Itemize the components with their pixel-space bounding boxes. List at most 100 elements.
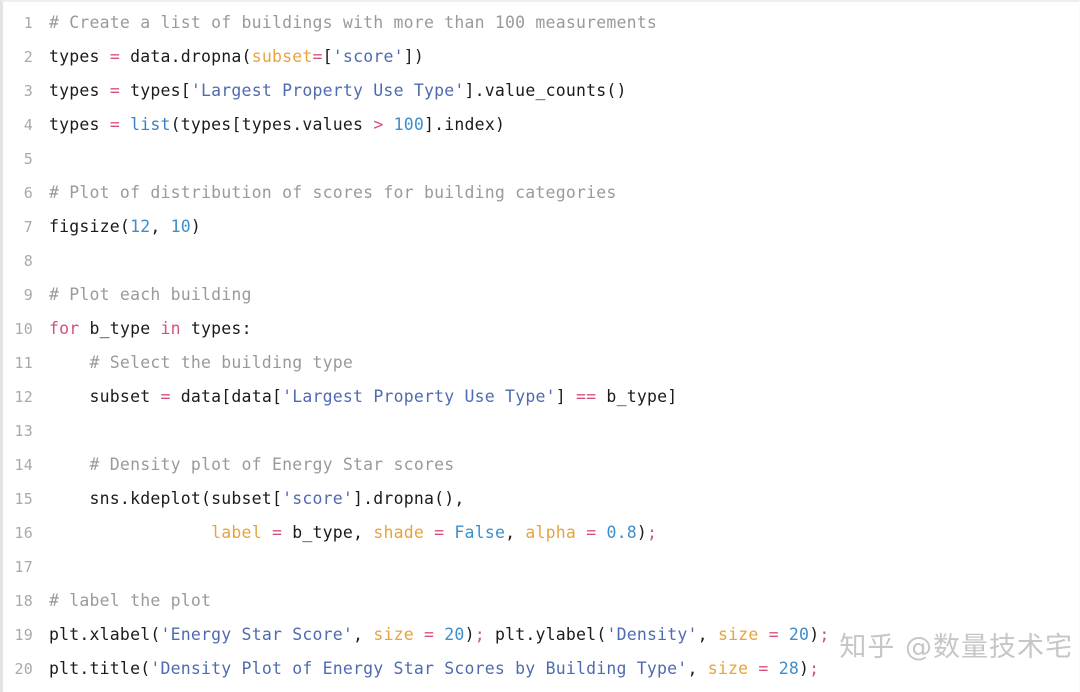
code-line[interactable]: 3 types = types['Largest Property Use Ty…: [3, 74, 1079, 108]
code-line[interactable]: 9 # Plot each building: [3, 278, 1079, 312]
code-line-content[interactable]: # Plot of distribution of scores for bui…: [49, 176, 1079, 210]
code-line[interactable]: 20 plt.title('Density Plot of Energy Sta…: [3, 652, 1079, 686]
token-name: [383, 115, 393, 134]
code-line-content[interactable]: sns.kdeplot(subset['score'].dropna(),: [49, 482, 1079, 516]
token-name: types: [49, 115, 110, 134]
token-string: 'Density': [606, 625, 698, 644]
token-name: b_type,: [282, 523, 374, 542]
code-line[interactable]: 11 # Select the building type: [3, 346, 1079, 380]
code-line[interactable]: 2 types = data.dropna(subset=['score']): [3, 40, 1079, 74]
token-name: [414, 625, 424, 644]
token-comment: # Density plot of Energy Star scores: [49, 455, 455, 474]
token-name: b_type: [79, 319, 161, 338]
token-name: [262, 523, 272, 542]
code-line[interactable]: 17: [3, 550, 1079, 584]
token-operator: >: [373, 115, 384, 134]
token-name: [120, 115, 130, 134]
code-line[interactable]: 13: [3, 414, 1079, 448]
code-line-content[interactable]: plt.title('Density Plot of Energy Star S…: [49, 652, 1079, 686]
token-kwarg: subset: [251, 47, 313, 66]
line-number: 14: [14, 456, 33, 474]
token-operator: =: [758, 659, 769, 678]
token-operator: =: [109, 81, 120, 100]
code-line-content[interactable]: # Plot each building: [49, 278, 1079, 312]
token-name: [49, 523, 211, 542]
line-number: 10: [14, 320, 33, 338]
token-name: sns.kdeplot(subset[: [49, 489, 283, 508]
token-name: ].dropna(),: [353, 489, 465, 508]
token-name: [748, 659, 758, 678]
line-number: 1: [23, 14, 33, 32]
token-name: subset: [49, 387, 161, 406]
token-string: 'score': [282, 489, 354, 508]
code-line[interactable]: 7 figsize(12, 10): [3, 210, 1079, 244]
code-line[interactable]: 12 subset = data[data['Largest Property …: [3, 380, 1079, 414]
token-keyword: for: [49, 319, 80, 338]
token-name: types[: [119, 81, 191, 100]
token-constant: False: [454, 523, 506, 542]
code-line[interactable]: 1 # Create a list of buildings with more…: [3, 6, 1079, 40]
line-number: 20: [14, 660, 33, 678]
code-line-content[interactable]: for b_type in types:: [49, 312, 1079, 346]
code-line-content[interactable]: # label the plot: [49, 584, 1079, 618]
code-line-content[interactable]: # Density plot of Energy Star scores: [49, 448, 1079, 482]
code-line[interactable]: 4 types = list(types[types.values > 100]…: [3, 108, 1079, 142]
token-name: ): [798, 659, 810, 678]
token-string: 'Density Plot of Energy Star Scores by B…: [150, 659, 688, 678]
token-name: types:: [180, 319, 252, 338]
code-line[interactable]: 8: [3, 244, 1079, 278]
code-line-content[interactable]: figsize(12, 10): [49, 210, 1079, 244]
line-number: 15: [14, 490, 33, 508]
code-line[interactable]: 6 # Plot of distribution of scores for b…: [3, 176, 1079, 210]
code-line[interactable]: 19 plt.xlabel('Energy Star Score', size …: [3, 618, 1079, 652]
code-line[interactable]: 15 sns.kdeplot(subset['score'].dropna(),: [3, 482, 1079, 516]
token-name: [444, 523, 454, 542]
token-comment: # Select the building type: [49, 353, 354, 372]
line-number: 16: [14, 524, 33, 542]
code-line-content[interactable]: subset = data[data['Largest Property Use…: [49, 380, 1079, 414]
code-line-content[interactable]: label = b_type, shade = False, alpha = 0…: [49, 516, 1079, 550]
code-line-content[interactable]: types = data.dropna(subset=['score']): [49, 40, 1079, 74]
token-keyword: in: [160, 319, 181, 338]
line-number: 18: [14, 592, 33, 610]
code-cell[interactable]: 1 # Create a list of buildings with more…: [0, 0, 1080, 692]
token-operator: ;: [819, 625, 830, 644]
token-kwarg: size: [707, 659, 749, 678]
line-number: 3: [23, 82, 33, 100]
token-number: 0.8: [606, 523, 637, 542]
token-comment: # Plot of distribution of scores for bui…: [49, 183, 617, 202]
token-name: [434, 625, 444, 644]
code-line-content[interactable]: plt.xlabel('Energy Star Score', size = 2…: [49, 618, 1079, 652]
line-number: 13: [14, 422, 33, 440]
token-kwarg: size: [717, 625, 759, 644]
token-name: ): [464, 625, 475, 644]
token-name: types: [49, 47, 110, 66]
token-name: [759, 625, 769, 644]
token-name: [576, 523, 586, 542]
token-name: types: [49, 81, 110, 100]
code-line[interactable]: 18 # label the plot: [3, 584, 1079, 618]
code-line[interactable]: 10 for b_type in types:: [3, 312, 1079, 346]
token-comment: # Plot each building: [49, 285, 252, 304]
token-name: data[data[: [170, 387, 283, 406]
code-line-content[interactable]: types = list(types[types.values > 100].i…: [49, 108, 1079, 142]
line-number: 6: [23, 184, 33, 202]
token-operator: =: [109, 115, 120, 134]
token-name: ,: [687, 659, 708, 678]
line-number: 5: [23, 150, 33, 168]
token-name: ].index): [424, 115, 506, 134]
code-editor[interactable]: 1 # Create a list of buildings with more…: [3, 6, 1079, 686]
code-line[interactable]: 16 label = b_type, shade = False, alpha …: [3, 516, 1079, 550]
code-line-content[interactable]: # Create a list of buildings with more t…: [49, 6, 1079, 40]
token-kwarg: shade: [373, 523, 424, 542]
code-line-content[interactable]: # Select the building type: [49, 346, 1079, 380]
code-line-content[interactable]: types = types['Largest Property Use Type…: [49, 74, 1079, 108]
token-name: [779, 625, 789, 644]
token-comment: # Create a list of buildings with more t…: [49, 13, 658, 32]
code-line[interactable]: 14 # Density plot of Energy Star scores: [3, 448, 1079, 482]
token-name: ,: [505, 523, 526, 542]
token-name: [596, 523, 606, 542]
token-operator: ;: [474, 625, 485, 644]
token-operator: ;: [809, 659, 820, 678]
code-line[interactable]: 5: [3, 142, 1079, 176]
